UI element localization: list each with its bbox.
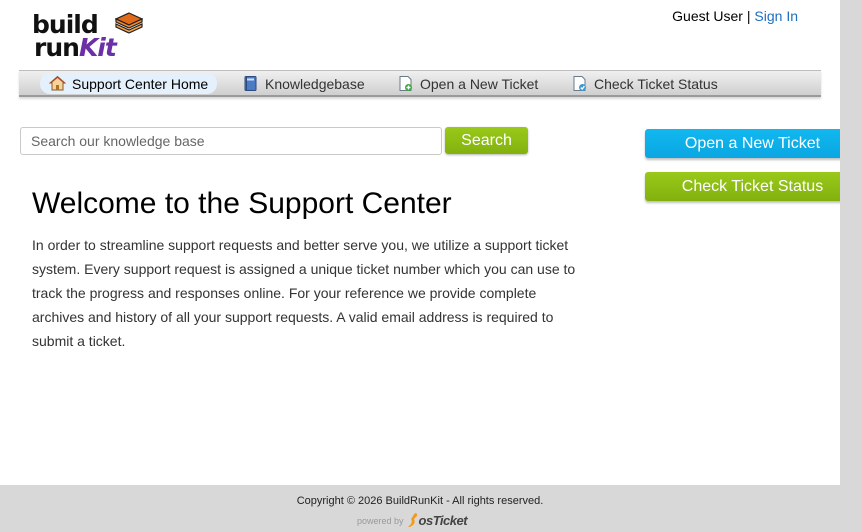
guest-user-label: Guest User	[672, 8, 743, 24]
nav-item-knowledgebase[interactable]: Knowledgebase	[233, 73, 374, 94]
welcome-text: In order to streamline support requests …	[32, 237, 576, 349]
site-logo[interactable]: build runKit	[32, 10, 147, 60]
ticket-status-icon	[571, 75, 588, 92]
kangaroo-icon	[407, 513, 417, 527]
footer: Copyright © 2026 BuildRunKit - All right…	[0, 485, 862, 532]
user-bar: Guest User | Sign In	[672, 8, 798, 24]
home-icon	[49, 75, 66, 92]
search-input[interactable]	[20, 127, 442, 155]
copyright-text: Copyright © 2026 BuildRunKit - All right…	[296, 495, 544, 507]
powered-by-osticket[interactable]: powered by osTicket	[357, 512, 468, 528]
userbar-separator: |	[746, 8, 751, 24]
new-ticket-icon	[397, 75, 414, 92]
nav-label-new-ticket: Open a New Ticket	[420, 75, 539, 92]
open-new-ticket-button[interactable]: Open a New Ticket	[645, 129, 860, 158]
logo-kit: Kit	[78, 33, 117, 62]
book-icon	[242, 75, 259, 92]
nav-item-home[interactable]: Support Center Home	[40, 73, 218, 94]
page-container: build runKit Guest User | Sign In Suppor…	[0, 0, 860, 485]
sign-in-link[interactable]: Sign In	[754, 8, 798, 24]
osticket-wordmark: osTicket	[418, 513, 468, 528]
nav-label-knowledgebase: Knowledgebase	[265, 75, 365, 92]
nav-label-home: Support Center Home	[72, 75, 209, 92]
stack-icon	[115, 12, 143, 34]
nav-item-new-ticket[interactable]: Open a New Ticket	[388, 73, 547, 94]
main-nav: Support Center Home Knowledgebase Open a…	[19, 70, 821, 97]
check-ticket-status-button[interactable]: Check Ticket Status	[645, 172, 860, 201]
page-title: Welcome to the Support Center	[32, 187, 452, 220]
osticket-logo: osTicket	[407, 512, 468, 528]
search-button[interactable]: Search	[445, 127, 528, 154]
page-shade	[840, 0, 862, 532]
nav-label-ticket-status: Check Ticket Status	[594, 75, 718, 92]
logo-run: run	[34, 33, 80, 62]
logo-line2: runKit	[34, 33, 117, 62]
nav-item-ticket-status[interactable]: Check Ticket Status	[562, 73, 727, 94]
powered-by-label: powered by	[357, 516, 404, 526]
